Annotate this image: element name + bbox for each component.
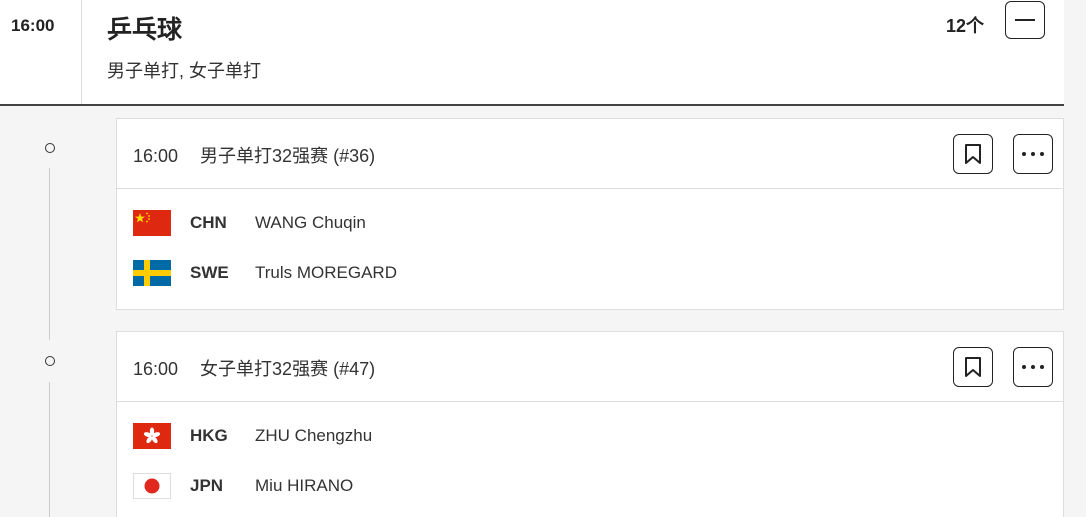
china-flag-icon [133, 210, 171, 236]
country-code: SWE [190, 263, 229, 282]
match-card-header: 16:00 女子单打32强赛 (#47) [117, 332, 1063, 402]
timeline-line [49, 168, 50, 340]
match-card-header: 16:00 男子单打32强赛 (#36) [117, 119, 1063, 189]
match-time: 16:00 [133, 359, 179, 379]
more-options-button[interactable] [1013, 347, 1053, 387]
competitor-row: JPN Miu HIRANO [117, 472, 1063, 502]
sweden-flag-icon [133, 260, 171, 286]
bookmark-button[interactable] [953, 134, 993, 174]
more-options-button[interactable] [1013, 134, 1053, 174]
sport-header: 16:00 乒乓球 男子单打, 女子单打 12个 [0, 0, 1064, 106]
match-count: 12个 [946, 16, 985, 36]
time-column: 16:00 [0, 0, 82, 104]
athlete-name[interactable]: Truls MOREGARD [255, 263, 397, 283]
competitor-row: CHN WANG Chuqin [117, 209, 1063, 239]
match-title: 男子单打32强赛 [200, 146, 329, 166]
athlete-name[interactable]: Miu HIRANO [255, 476, 353, 496]
timeline-line [49, 382, 50, 517]
timeline-dot [45, 356, 55, 366]
bookmark-icon [965, 357, 981, 377]
bookmark-button[interactable] [953, 347, 993, 387]
competitor-row: SWE Truls MOREGARD [117, 259, 1063, 289]
match-heading: 16:00 男子单打32强赛 (#36) [133, 142, 375, 168]
match-card[interactable]: 16:00 男子单打32强赛 (#36) CHN WANG Chuqin SWE… [116, 118, 1064, 310]
more-dots-icon [1022, 152, 1044, 156]
match-number: (#47) [333, 359, 376, 379]
country-code: HKG [190, 426, 228, 445]
match-heading: 16:00 女子单打32强赛 (#47) [133, 355, 375, 381]
hong-kong-flag-icon [133, 423, 171, 449]
match-title: 女子单打32强赛 [200, 359, 329, 379]
minus-icon [1015, 19, 1035, 21]
event-list: 男子单打, 女子单打 [107, 61, 262, 81]
japan-flag-icon [133, 473, 171, 499]
timeline-dot [45, 143, 55, 153]
collapse-button[interactable] [1005, 1, 1045, 39]
sport-title: 乒乓球 [107, 16, 183, 44]
match-card[interactable]: 16:00 女子单打32强赛 (#47) HKG ZHU Chengzhu JP… [116, 331, 1064, 517]
match-time: 16:00 [133, 146, 179, 166]
more-dots-icon [1022, 365, 1044, 369]
athlete-name[interactable]: ZHU Chengzhu [255, 426, 372, 446]
country-code: JPN [190, 476, 224, 495]
competitor-row: HKG ZHU Chengzhu [117, 422, 1063, 452]
athlete-name[interactable]: WANG Chuqin [255, 213, 366, 233]
country-code: CHN [190, 213, 227, 232]
bookmark-icon [965, 144, 981, 164]
match-number: (#36) [333, 146, 376, 166]
session-time: 16:00 [11, 16, 55, 35]
